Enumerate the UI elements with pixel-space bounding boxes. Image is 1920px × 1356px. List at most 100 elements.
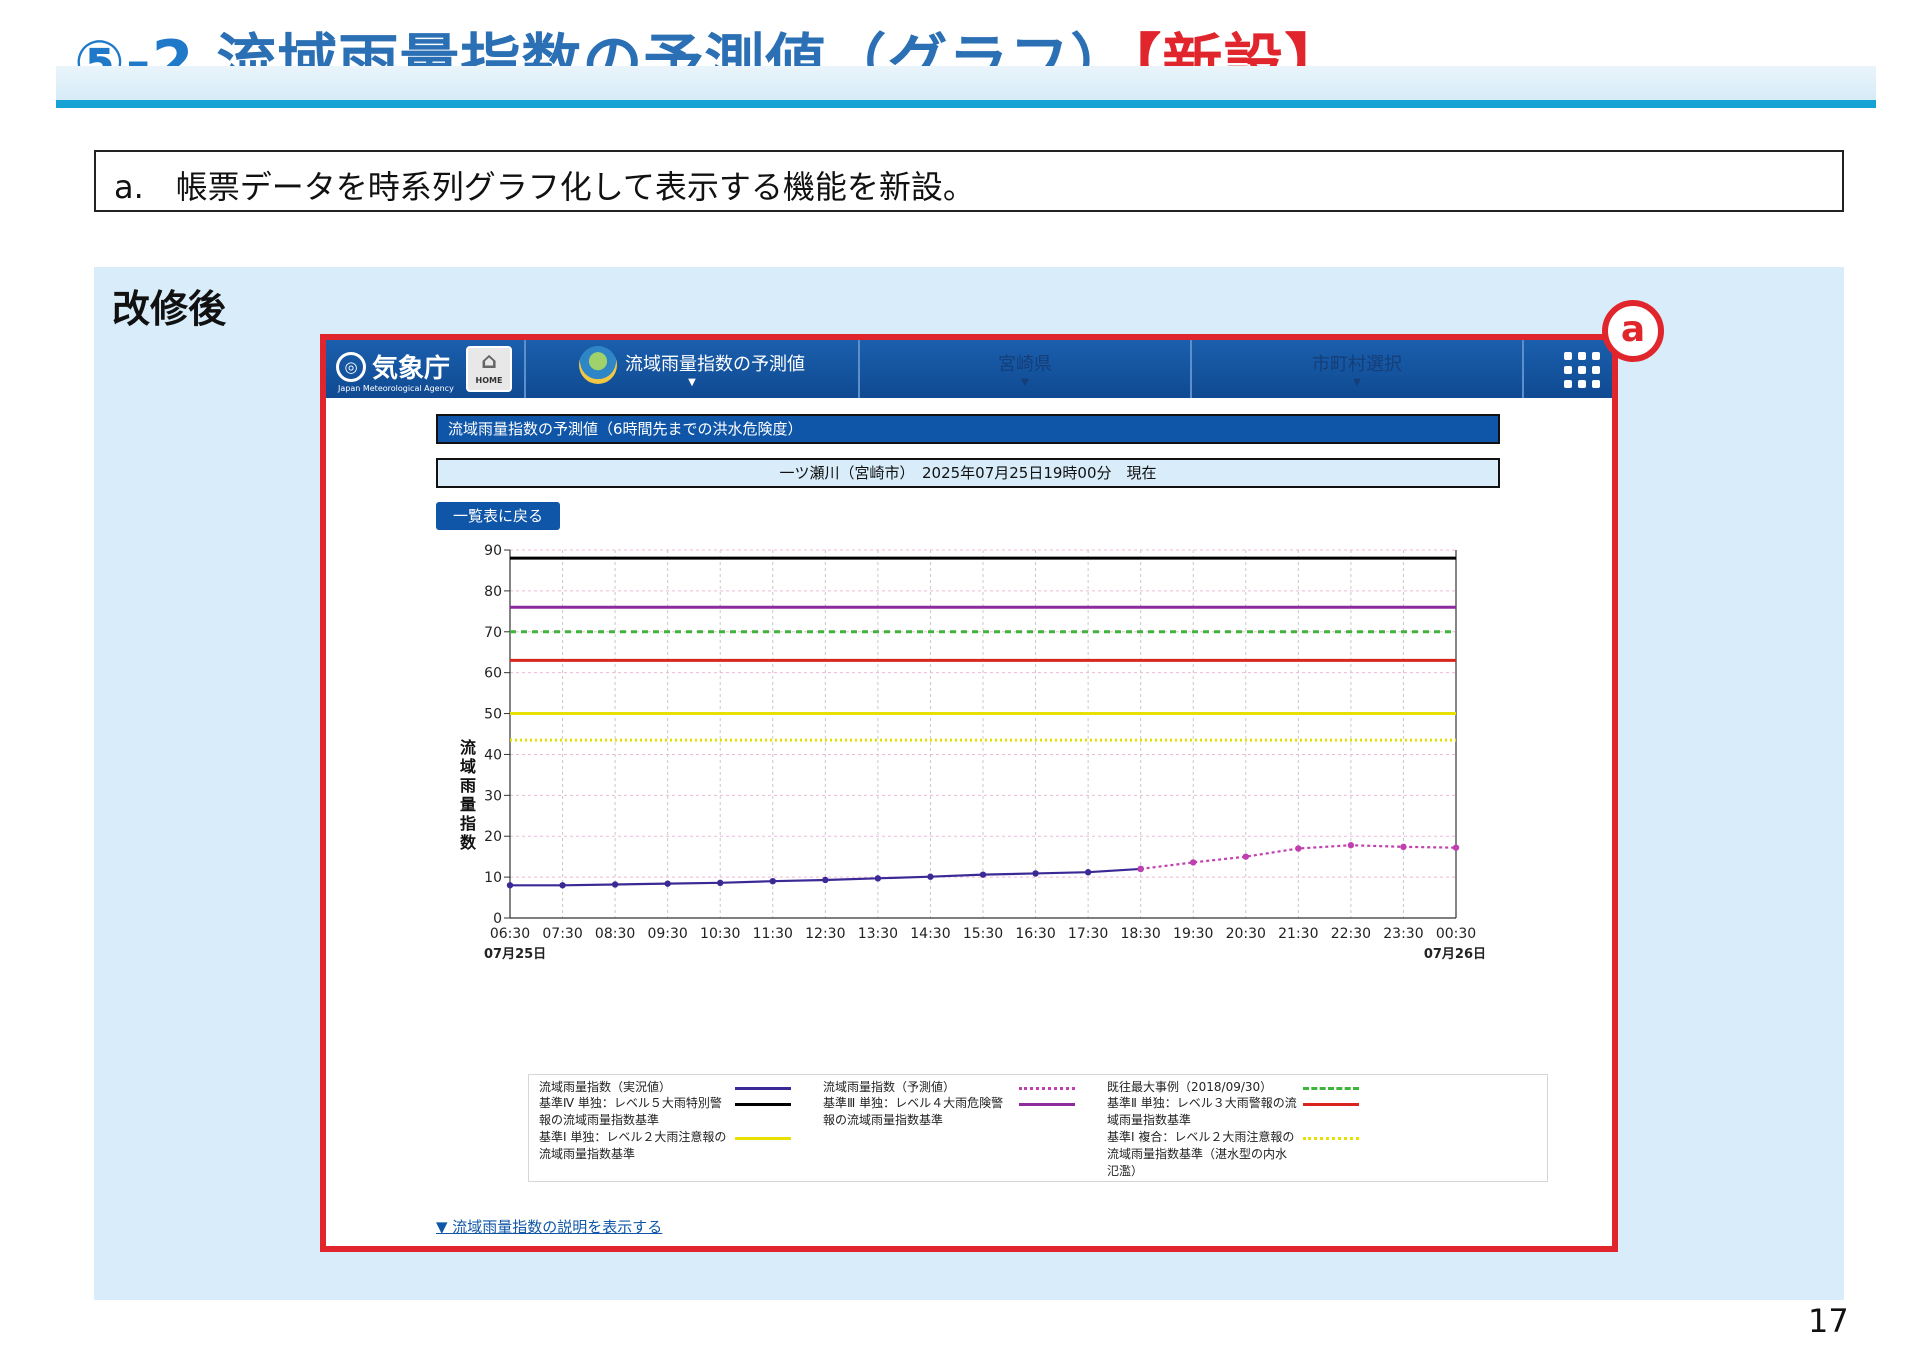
x-tick-label: 08:30 [595,926,635,942]
y-tick-label: 90 [484,543,502,559]
x-tick-label: 13:30 [858,926,898,942]
page-number: 17 [1808,1302,1849,1340]
nav-title-menu[interactable]: 流域雨量指数の予測値 ▼ [526,340,858,398]
legend-item: 基準Ⅲ 単独：レベル４大雨危険警報の流域雨量指数基準 [823,1095,1013,1129]
legend-swatch [1303,1103,1359,1106]
data-point [717,879,724,887]
x-tick-label: 17:30 [1068,926,1108,942]
y-tick-label: 50 [484,707,502,723]
river-index-chart: 0 10 20 30 40 50 60 70 80 90 06:30 07:30 08:30 09:30 1… [484,543,1486,960]
legend-item: 既往最大事例（2018/09/30） [1107,1079,1297,1096]
x-tick-label: 12:30 [805,926,845,942]
home-button[interactable]: ⌂ HOME [466,346,512,392]
prefecture-select[interactable]: 宮崎県 ▼ [860,340,1190,398]
legend-item: 基準Ⅳ 単独：レベル５大雨特別警報の流域雨量指数基準 [539,1095,729,1129]
legend-swatch [735,1087,791,1090]
data-point [1137,865,1144,873]
x-tick-label: 11:30 [753,926,793,942]
data-point [1242,853,1249,860]
legend-swatch [1303,1087,1359,1090]
jma-emblem-icon: ◎ [336,352,366,382]
x-tick-label: 16:30 [1015,926,1055,942]
title-band [56,66,1876,100]
jma-logo[interactable]: ◎ 気象庁 Japan Meteorological Agency [334,344,464,394]
data-point [1032,870,1039,877]
logo-subtext: Japan Meteorological Agency [338,384,454,393]
data-point [1295,845,1302,852]
logo-text: 気象庁 [372,354,451,384]
chart-legend: 流域雨量指数（実況値） 基準Ⅳ 単独：レベル５大雨特別警報の流域雨量指数基準 基準Ⅰ… [528,1074,1548,1182]
data-point [874,875,882,882]
x-tick-label: 18:30 [1120,926,1160,942]
explain-link[interactable]: ▼ 流域雨量指数の説明を表示する [436,1216,662,1237]
y-tick-label: 70 [484,625,502,641]
data-point [1400,843,1407,851]
x-tick-label: 15:30 [963,926,1003,942]
data-point [1190,859,1197,866]
y-tick-label: 80 [484,584,502,600]
x-tick-label: 20:30 [1226,926,1266,942]
nav-title-label: 流域雨量指数の予測値 [625,354,805,375]
legend-label: 基準Ⅰ 単独：レベル２大雨注意報の流域雨量指数基準 [539,1130,727,1161]
legend-swatch [1303,1137,1359,1140]
home-icon: ⌂ [481,349,497,374]
x-date-end-label: 07月26日 [1424,947,1486,960]
legend-label: 基準Ⅲ 単独：レベル４大雨危険警報の流域雨量指数基準 [823,1096,1004,1127]
legend-item: 基準Ⅱ 単独：レベル３大雨警報の流域雨量指数基準 [1107,1095,1297,1129]
location-date-bar: 一ツ瀬川（宮崎市） 2025年07月25日19時00分 現在 [436,458,1500,488]
x-tick-label: 23:30 [1383,926,1423,942]
data-point [769,878,776,885]
legend-swatch [1019,1103,1075,1106]
chevron-down-icon: ▼ [1021,377,1029,388]
y-tick-label: 30 [484,788,502,804]
legend-item: 流域雨量指数（実況値） [539,1079,729,1096]
data-point [1347,842,1355,849]
note-box: a. 帳票データを時系列グラフ化して表示する機能を新設。 [94,150,1844,212]
data-point [559,882,566,889]
home-label: HOME [475,376,503,385]
x-tick-label: 22:30 [1331,926,1371,942]
x-date-start-label: 07月25日 [484,947,546,960]
y-tick-label: 10 [484,870,502,886]
back-to-list-button[interactable]: 一覧表に戻る [436,502,560,530]
section-title-bar: 流域雨量指数の予測値（6時間先までの洪水危険度） [436,414,1500,444]
legend-item: 流域雨量指数（予測値） [823,1079,1013,1096]
chevron-down-icon: ▼ [688,377,696,388]
municipality-select[interactable]: 市町村選択 ▼ [1192,340,1522,398]
y-tick-label: 40 [484,747,502,763]
legend-swatch [735,1103,791,1106]
river-index-emblem-icon [579,346,617,384]
legend-label: 流域雨量指数（実況値） [539,1080,672,1094]
municipality-select-label: 市町村選択 [1312,354,1402,375]
legend-label: 基準Ⅱ 単独：レベル３大雨警報の流域雨量指数基準 [1107,1096,1297,1127]
data-point [822,876,829,884]
x-tick-label: 21:30 [1278,926,1318,942]
x-tick-label: 19:30 [1173,926,1213,942]
prefecture-select-label: 宮崎県 [998,354,1052,375]
x-tick-label: 06:30 [490,926,530,942]
site-header: ◎ 気象庁 Japan Meteorological Agency ⌂ HOME… [326,340,1612,398]
y-tick-label: 20 [484,829,502,845]
data-point [664,880,671,887]
data-point [1452,844,1460,851]
app-grid-menu-button[interactable] [1562,350,1602,390]
data-point [979,871,987,878]
x-tick-label: 00:30 [1436,926,1476,942]
y-tick-label: 60 [484,666,502,682]
title-underline [56,100,1876,108]
panel-label: 改修後 [112,287,227,331]
legend-label: 基準Ⅰ 複合：レベル２大雨注意報の流域雨量指数基準（湛水型の内水氾濫） [1107,1130,1295,1178]
data-point [1084,869,1092,876]
chevron-down-icon: ▼ [1353,377,1361,388]
legend-item: 基準Ⅰ 複合：レベル２大雨注意報の流域雨量指数基準（湛水型の内水氾濫） [1107,1129,1297,1180]
callout-badge: a [1602,300,1664,362]
data-point [506,882,514,889]
legend-label: 流域雨量指数（予測値） [823,1080,956,1094]
legend-item: 基準Ⅰ 単独：レベル２大雨注意報の流域雨量指数基準 [539,1129,729,1163]
x-tick-label: 09:30 [647,926,687,942]
legend-swatch [735,1137,791,1140]
jma-screenshot: ◎ 気象庁 Japan Meteorological Agency ⌂ HOME… [320,334,1618,1252]
legend-swatch [1019,1087,1075,1090]
x-tick-label: 10:30 [700,926,740,942]
y-tick-label: 0 [493,911,502,927]
